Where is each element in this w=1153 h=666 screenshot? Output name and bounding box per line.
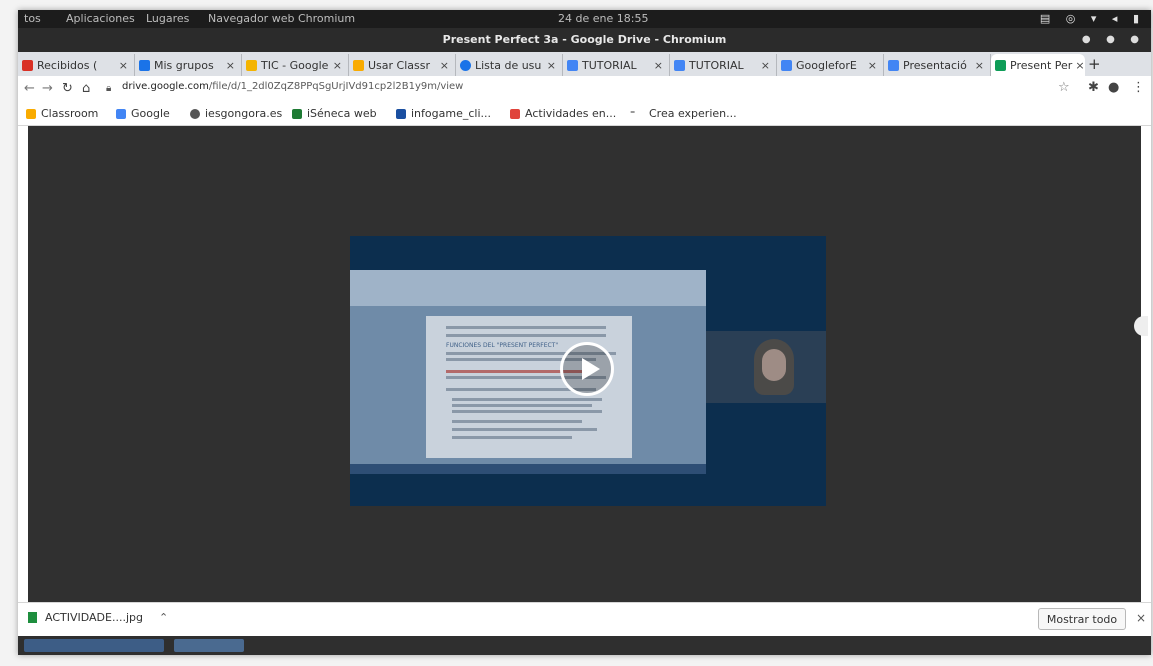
bookmarks-bar: Classroom Google iesgongora.es iSéneca w… (18, 102, 1151, 126)
url-field[interactable]: drive.google.com/file/d/1_2dl0ZqZ8PPqSgU… (122, 81, 463, 92)
applications-menu[interactable]: Aplicaciones (66, 12, 135, 25)
places-menu[interactable]: Lugares (146, 12, 189, 25)
globe-icon (190, 108, 200, 119)
drive-icon (246, 59, 257, 71)
taskbar-item-browser[interactable] (24, 639, 164, 652)
close-icon[interactable]: × (651, 59, 669, 72)
activities-button[interactable]: tos (24, 12, 41, 25)
download-item[interactable]: ACTIVIDADE....jpg ⌃ (28, 611, 168, 624)
bookmark-classroom[interactable]: Classroom (26, 107, 98, 120)
tab-googleforedu[interactable]: GoogleforE × (777, 54, 884, 76)
docs-icon (674, 59, 685, 71)
star-icon[interactable]: ☆ (1058, 80, 1070, 95)
classroom-icon (26, 108, 36, 119)
close-icon[interactable]: × (544, 59, 562, 72)
tab-lista-usuarios[interactable]: Lista de usu × (456, 54, 563, 76)
video-frame-taskbar (350, 464, 706, 474)
profile-icon[interactable]: ● (1108, 80, 1119, 95)
tab-recibidos[interactable]: Recibidos (× (18, 54, 135, 76)
groups-icon (139, 59, 150, 71)
window-title: Present Perfect 3a - Google Drive - Chro… (442, 33, 727, 46)
person-icon (888, 59, 899, 71)
drive-video-viewer: FUNCIONES DEL "PRESENT PERFECT" (28, 126, 1148, 602)
close-icon[interactable]: × (437, 59, 455, 72)
tab-strip: Recibidos (× Mis grupos × TIC - Google × U… (18, 52, 1151, 76)
close-icon[interactable]: × (116, 59, 134, 72)
bookmark-infogame[interactable]: infogame_cli... (396, 107, 491, 120)
download-bar: ACTIVIDADE....jpg ⌃ Mostrar todo × (18, 602, 1151, 636)
clock[interactable]: 24 de ene 18:55 (558, 12, 648, 25)
download-filename: ACTIVIDADE....jpg (45, 611, 143, 624)
window-titlebar: Present Perfect 3a - Google Drive - Chro… (18, 28, 1151, 52)
tab-usar-classroom[interactable]: Usar Classr × (349, 54, 456, 76)
taskbar-item-files[interactable] (174, 639, 244, 652)
docs-icon (781, 59, 792, 71)
tab-present-perfect[interactable]: Present Per × (991, 54, 1085, 76)
side-panel-toggle[interactable] (1134, 316, 1148, 336)
webcam-overlay (706, 331, 826, 403)
tab-tutorial-1[interactable]: TUTORIAL × (563, 54, 670, 76)
image-file-icon (28, 612, 37, 623)
bookmark-crea-experiencias[interactable]: ⁼ Crea experien... (630, 107, 737, 120)
system-tray[interactable]: ▤ ◎ ▾ ◂ ▮ (1040, 12, 1145, 25)
home-icon[interactable]: ⌂ (82, 81, 90, 96)
back-icon[interactable]: ← (24, 81, 35, 96)
forward-icon[interactable]: → (42, 81, 53, 96)
video-frame-ribbon (350, 270, 706, 306)
url-domain: drive.google.com (122, 81, 209, 92)
show-all-button[interactable]: Mostrar todo (1038, 608, 1126, 630)
address-toolbar: ← → ↻ ⌂ 🔒︎ drive.google.com/file/d/1_2dl… (18, 76, 1151, 102)
lock-icon[interactable]: 🔒︎ (106, 83, 111, 94)
docs-icon (567, 59, 578, 71)
bookmark-iesgongora[interactable]: iesgongora.es (190, 107, 282, 120)
bookmark-google[interactable]: Google (116, 107, 170, 120)
window-controls[interactable]: ● ● ● (1082, 28, 1145, 52)
browser-app-menu[interactable]: Navegador web Chromium (208, 12, 355, 25)
tab-mis-grupos[interactable]: Mis grupos × (135, 54, 242, 76)
close-icon[interactable]: × (1136, 611, 1146, 625)
bookmark-actividades[interactable]: Actividades en... (510, 107, 616, 120)
tab-tutorial-2[interactable]: TUTORIAL × (670, 54, 777, 76)
gmail-icon (22, 59, 33, 71)
close-icon[interactable]: × (330, 59, 348, 72)
close-icon[interactable]: × (865, 59, 883, 72)
close-icon[interactable]: × (223, 59, 241, 72)
video-player[interactable]: FUNCIONES DEL "PRESENT PERFECT" (350, 236, 826, 506)
genially-icon: ⁼ (630, 108, 644, 120)
actividades-icon (510, 108, 520, 119)
drive-icon (995, 59, 1006, 71)
chevron-up-icon[interactable]: ⌃ (159, 611, 168, 624)
infogame-icon (396, 108, 406, 119)
extensions-icon[interactable]: ✱ (1088, 80, 1099, 95)
os-taskbar (18, 636, 1151, 655)
new-tab-button[interactable]: + (1088, 55, 1101, 73)
classroom-icon (353, 59, 364, 71)
tab-presentacion[interactable]: Presentació × (884, 54, 991, 76)
screenshot-frame: tos Aplicaciones Lugares Navegador web C… (18, 10, 1151, 655)
video-frame-document: FUNCIONES DEL "PRESENT PERFECT" (350, 270, 706, 474)
chrome-icon (460, 59, 471, 71)
close-icon[interactable]: × (972, 59, 990, 72)
tab-tic-google[interactable]: TIC - Google × (242, 54, 349, 76)
close-icon[interactable]: × (1072, 59, 1085, 72)
url-path: /file/d/1_2dl0ZqZ8PPqSgUrjIVd91cp2l2B1y9… (208, 81, 464, 92)
seneca-icon (292, 108, 302, 119)
system-top-panel: tos Aplicaciones Lugares Navegador web C… (18, 10, 1151, 28)
menu-kebab-icon[interactable]: ⋮ (1132, 80, 1145, 95)
google-icon (116, 108, 126, 119)
close-icon[interactable]: × (758, 59, 776, 72)
video-doc-heading: FUNCIONES DEL "PRESENT PERFECT" (446, 342, 559, 349)
play-icon[interactable] (560, 342, 614, 396)
reload-icon[interactable]: ↻ (62, 81, 73, 96)
bookmark-iseneca[interactable]: iSéneca web (292, 107, 377, 120)
